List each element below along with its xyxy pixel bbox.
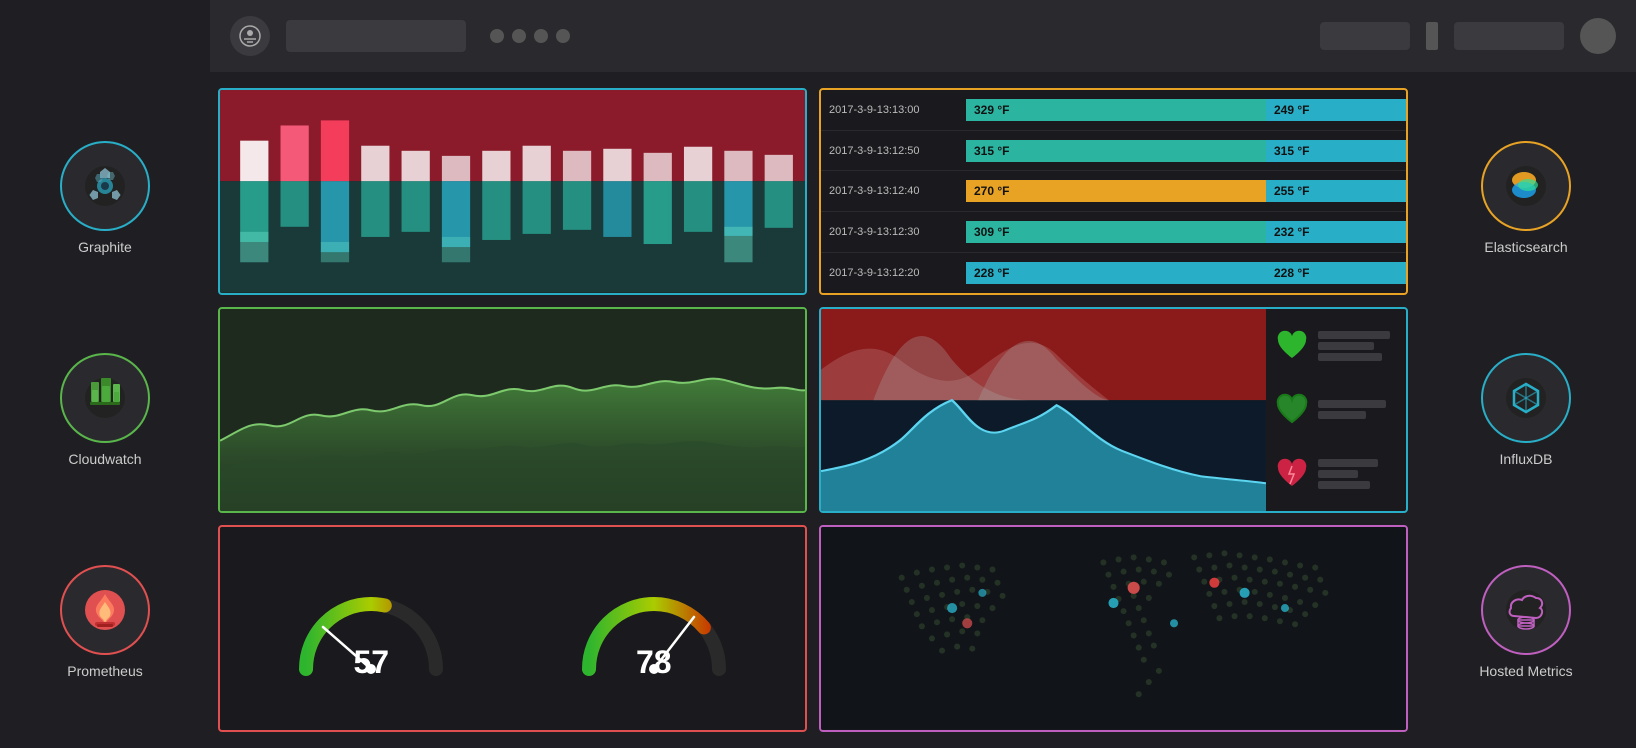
table-val2-3: 232 °F [1266, 221, 1406, 243]
table-row-1: 2017-3-9-13:12:50 315 °F 315 °F [821, 131, 1406, 172]
table-val1-2: 270 °F [966, 180, 1266, 202]
panel-gauge: 57 [218, 525, 807, 732]
panel-table: 2017-3-9-13:13:00 329 °F 249 °F 2017-3-9… [819, 88, 1408, 295]
influxdb-icon-circle [1481, 353, 1571, 443]
grafana-logo-icon[interactable] [230, 16, 270, 56]
heart-icon-3 [1274, 456, 1310, 492]
hostedmetrics-icon-circle [1481, 565, 1571, 655]
nav-dot-3[interactable] [534, 29, 548, 43]
nav-dots [490, 29, 570, 43]
heart-status-panel [1266, 309, 1406, 512]
cloudwatch-icon-circle [60, 353, 150, 443]
heart-bar-1b [1318, 342, 1374, 350]
panel-map [819, 525, 1408, 732]
cloudwatch-label: Cloudwatch [68, 451, 141, 467]
hostedmetrics-label: Hosted Metrics [1479, 663, 1572, 679]
heart-bar-3a [1318, 459, 1378, 467]
nav-dot-1[interactable] [490, 29, 504, 43]
prometheus-icon-circle [60, 565, 150, 655]
left-sidebar: Graphite [0, 72, 210, 748]
barchart-svg [220, 90, 805, 293]
table-time-1: 2017-3-9-13:12:50 [821, 141, 966, 161]
table-time-2: 2017-3-9-13:12:40 [821, 181, 966, 201]
center-content: 2017-3-9-13:13:00 329 °F 249 °F 2017-3-9… [210, 72, 1416, 748]
heart-status-3 [1274, 456, 1398, 492]
topbar [210, 0, 1636, 72]
heart-icon-1 [1274, 328, 1310, 364]
nav-dot-4[interactable] [556, 29, 570, 43]
graphite-label: Graphite [78, 239, 132, 255]
gauge-2: 78 [574, 569, 734, 689]
topbar-separator [1426, 22, 1438, 50]
right-sidebar: Elasticsearch InfluxDB [1416, 72, 1636, 748]
table-val2-4: 228 °F [1266, 262, 1406, 284]
heart-status-2 [1274, 392, 1398, 428]
panel-heart [819, 307, 1408, 514]
main-area: Graphite [0, 72, 1636, 748]
prometheus-label: Prometheus [67, 663, 142, 679]
sidebar-item-influxdb[interactable]: InfluxDB [1481, 353, 1571, 467]
table-time-4: 2017-3-9-13:12:20 [821, 263, 966, 283]
heart-bar-1a [1318, 331, 1390, 339]
heart-bar-3b [1318, 470, 1358, 478]
table-time-3: 2017-3-9-13:12:30 [821, 222, 966, 242]
table-val2-2: 255 °F [1266, 180, 1406, 202]
table-val2-1: 315 °F [1266, 140, 1406, 162]
sidebar-item-prometheus[interactable]: Prometheus [60, 565, 150, 679]
sidebar-item-graphite[interactable]: Graphite [60, 141, 150, 255]
panel-areachart [218, 307, 807, 514]
heart-chart-area [821, 309, 1266, 512]
areachart-svg [220, 309, 805, 512]
graphite-icon-circle [60, 141, 150, 231]
elasticsearch-icon-circle [1481, 141, 1571, 231]
heart-bars-3 [1318, 459, 1398, 489]
table-row-0: 2017-3-9-13:13:00 329 °F 249 °F [821, 90, 1406, 131]
gauge-2-value: 78 [636, 644, 672, 681]
elasticsearch-label: Elasticsearch [1484, 239, 1567, 255]
table-val1-4: 228 °F [966, 262, 1266, 284]
topbar-btn2[interactable] [1454, 22, 1564, 50]
table-val1-3: 309 °F [966, 221, 1266, 243]
search-bar[interactable] [286, 20, 466, 52]
table-row-3: 2017-3-9-13:12:30 309 °F 232 °F [821, 212, 1406, 253]
map-svg [821, 527, 1406, 730]
influxdb-label: InfluxDB [1500, 451, 1553, 467]
sidebar-item-elasticsearch[interactable]: Elasticsearch [1481, 141, 1571, 255]
sidebar-item-hostedmetrics[interactable]: Hosted Metrics [1479, 565, 1572, 679]
heart-bar-2b [1318, 411, 1366, 419]
table-val1-0: 329 °F [966, 99, 1266, 121]
user-avatar[interactable] [1580, 18, 1616, 54]
table-time-0: 2017-3-9-13:13:00 [821, 100, 966, 120]
nav-dot-2[interactable] [512, 29, 526, 43]
panel-barchart [218, 88, 807, 295]
table-val1-1: 315 °F [966, 140, 1266, 162]
heart-icon-2 [1274, 392, 1310, 428]
gauge-1: 57 [291, 569, 451, 689]
gauge-1-value: 57 [353, 644, 389, 681]
heart-bars-2 [1318, 400, 1398, 419]
heart-bar-3c [1318, 481, 1370, 489]
topbar-btn1[interactable] [1320, 22, 1410, 50]
table-row-2: 2017-3-9-13:12:40 270 °F 255 °F [821, 171, 1406, 212]
heart-status-1 [1274, 328, 1398, 364]
heart-bars-1 [1318, 331, 1398, 361]
table-row-4: 2017-3-9-13:12:20 228 °F 228 °F [821, 253, 1406, 293]
sidebar-item-cloudwatch[interactable]: Cloudwatch [60, 353, 150, 467]
heart-bar-1c [1318, 353, 1382, 361]
table-val2-0: 249 °F [1266, 99, 1406, 121]
heart-bar-2a [1318, 400, 1386, 408]
